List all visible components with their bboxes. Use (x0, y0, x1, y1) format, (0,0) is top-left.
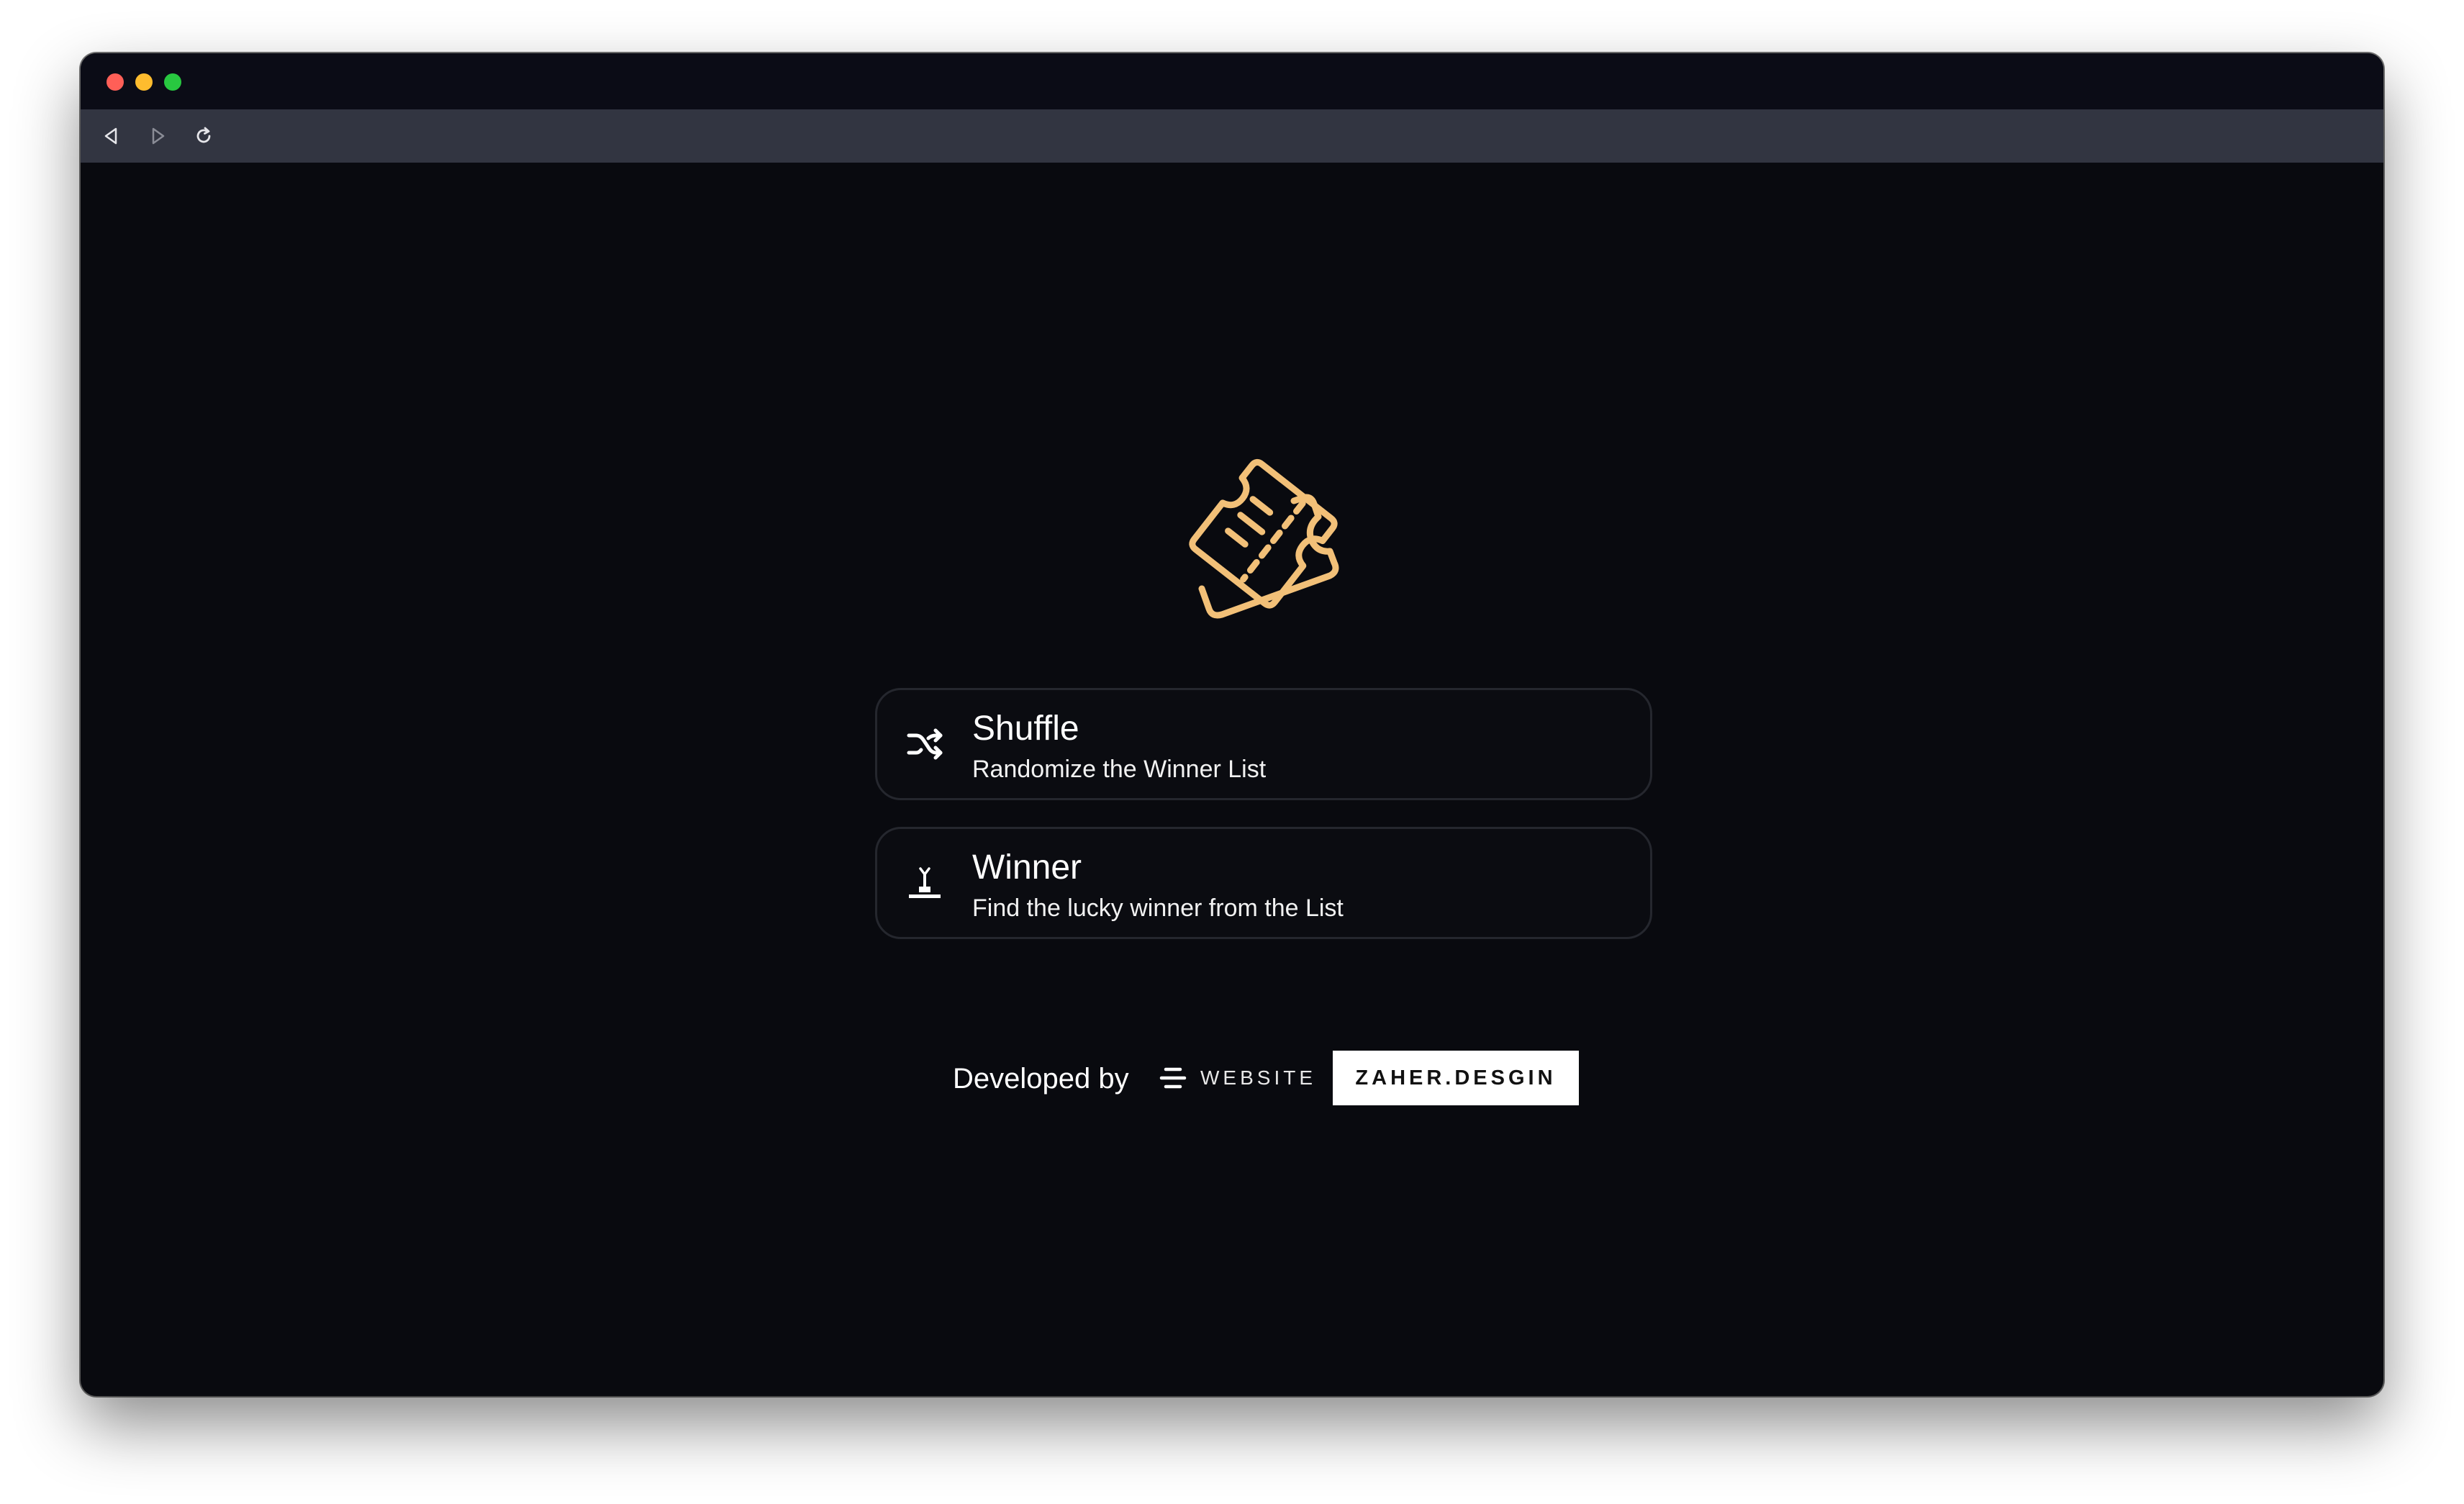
shuffle-button[interactable]: Shuffle Randomize the Winner List (875, 688, 1652, 800)
back-button[interactable] (96, 121, 127, 151)
minimize-window-button[interactable] (135, 73, 153, 91)
forward-button[interactable] (142, 121, 173, 151)
shuffle-subtitle: Randomize the Winner List (972, 756, 1267, 783)
website-logo-icon (1159, 1067, 1187, 1089)
winner-title: Winner (972, 848, 1082, 887)
page-content: Shuffle Randomize the Winner List Winner… (81, 163, 2383, 1396)
forward-icon (152, 127, 165, 145)
browser-window: Shuffle Randomize the Winner List Winner… (81, 53, 2383, 1396)
website-label: WEBSITE (1200, 1066, 1317, 1089)
shuffle-icon (907, 728, 943, 760)
reload-button[interactable] (189, 121, 219, 151)
joystick-icon (909, 867, 941, 898)
browser-toolbar (81, 109, 2383, 163)
footer: Developed by WEBSITE ZAHER.DESGIN (81, 1051, 2383, 1105)
winner-button[interactable]: Winner Find the lucky winner from the Li… (875, 827, 1652, 939)
shuffle-title: Shuffle (972, 710, 1079, 748)
reload-icon (196, 127, 211, 143)
winner-subtitle: Find the lucky winner from the List (972, 894, 1344, 922)
brand-badge[interactable]: ZAHER.DESGIN (1333, 1051, 1579, 1105)
close-window-button[interactable] (107, 73, 124, 91)
tickets-icon (1189, 458, 1339, 619)
developed-by-label: Developed by (953, 1063, 1129, 1095)
website-link[interactable]: WEBSITE (1157, 1059, 1316, 1097)
maximize-window-button[interactable] (164, 73, 181, 91)
back-icon (104, 127, 117, 145)
title-bar (81, 53, 2383, 109)
